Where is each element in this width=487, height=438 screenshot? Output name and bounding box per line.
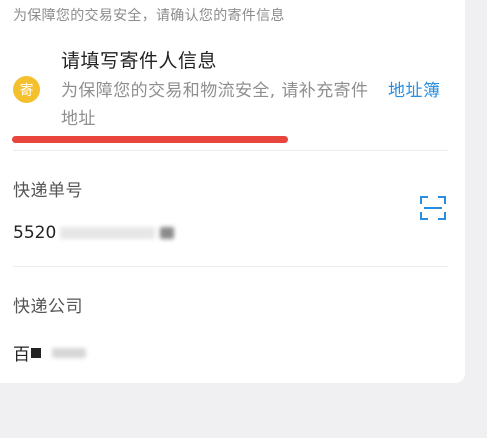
redacted-tracking [60, 227, 155, 239]
tracking-number-label: 快递单号 [13, 181, 83, 201]
address-book-link[interactable]: 地址簿 [388, 76, 441, 101]
sender-badge-icon: 寄 [13, 76, 40, 103]
divider [13, 150, 448, 151]
redacted-company-tail [52, 348, 86, 358]
courier-company-label: 快递公司 [13, 297, 83, 317]
sender-title[interactable]: 请填写寄件人信息 [61, 46, 217, 73]
redacted-tracking-tail [160, 227, 174, 239]
courier-company-value[interactable]: 百 [13, 340, 30, 365]
scan-button[interactable] [420, 196, 446, 220]
divider [13, 266, 448, 267]
scan-icon [420, 196, 446, 220]
shipping-info-card: 为保障您的交易安全，请确认您的寄件信息 寄 请填写寄件人信息 为保障您的交易和物… [0, 0, 465, 383]
sender-subtitle[interactable]: 为保障您的交易和物流安全, 请补充寄件地址 [61, 77, 371, 133]
redacted-company [31, 348, 41, 358]
tracking-number-value[interactable]: 5520 [13, 223, 56, 243]
security-notice: 为保障您的交易安全，请确认您的寄件信息 [13, 8, 285, 24]
red-highlight-underline [12, 136, 288, 143]
